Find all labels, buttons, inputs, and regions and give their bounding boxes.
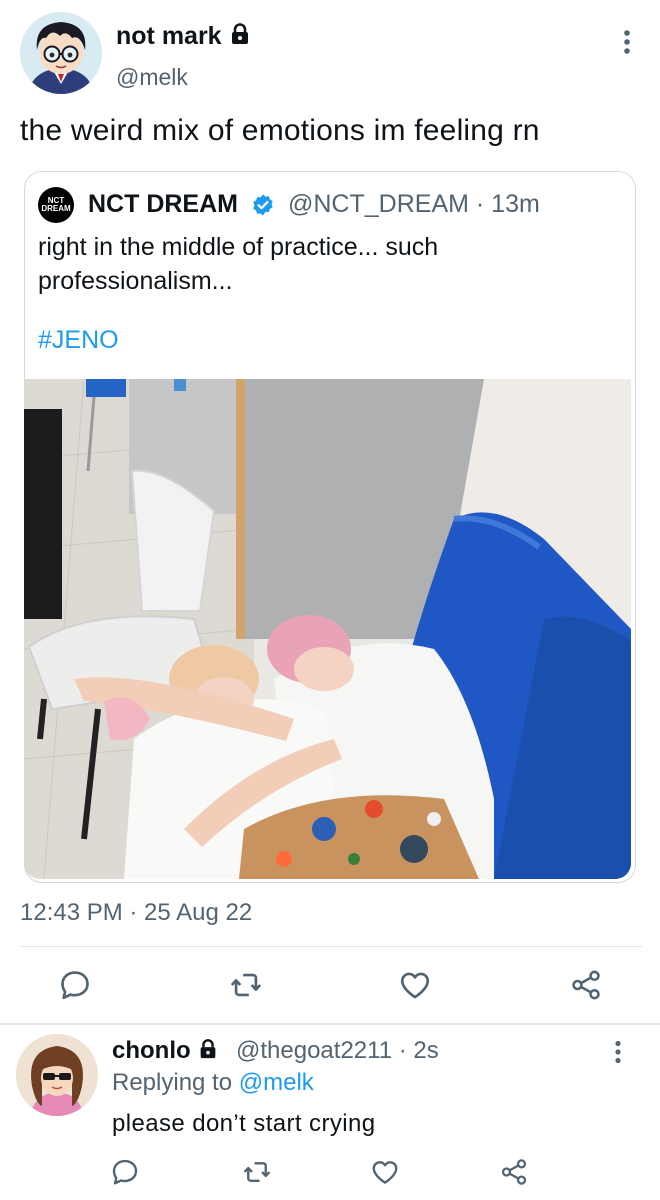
thread-divider [0, 1023, 660, 1025]
more-vertical-icon [615, 1040, 621, 1064]
author-display-name[interactable]: not mark [116, 22, 252, 53]
author-avatar[interactable] [20, 12, 102, 94]
lock-icon [228, 22, 252, 53]
like-button[interactable] [398, 968, 432, 1002]
lock-icon [197, 1038, 219, 1067]
reply-share-button[interactable] [499, 1157, 529, 1187]
mention-link[interactable]: @melk [239, 1069, 314, 1096]
reply-like-button[interactable] [370, 1157, 400, 1187]
reply-button[interactable] [58, 968, 92, 1002]
reply-reply-button[interactable] [110, 1157, 140, 1187]
retweet-icon [230, 973, 262, 997]
divider [20, 946, 642, 947]
reply-author-name[interactable]: chonlo [112, 1037, 219, 1067]
tweet-timestamp[interactable]: 12:43 PM · 25 Aug 22 [20, 899, 252, 927]
more-vertical-icon [624, 30, 630, 54]
replying-to: Replying to @melk [112, 1069, 314, 1096]
two-people-napping-on-blue-bench [24, 379, 631, 879]
quoted-author-name: NCT DREAM [88, 190, 238, 218]
reply-handle-time: @thegoat2211 · 2s [236, 1037, 439, 1064]
reply-more-options-button[interactable] [606, 1039, 630, 1065]
reply-text: please don’t start crying [112, 1110, 376, 1137]
hashtag-link[interactable]: #JENO [38, 326, 119, 355]
retweet-button[interactable] [229, 968, 263, 1002]
share-icon [501, 1159, 527, 1185]
like-icon [372, 1161, 398, 1184]
verified-badge-icon [251, 193, 275, 217]
anime-boy-glasses-avatar [20, 12, 102, 94]
share-icon [572, 970, 600, 1000]
more-options-button[interactable] [614, 28, 640, 56]
tweet-text: the weird mix of emotions im feeling rn [20, 114, 540, 147]
reply-icon [61, 971, 89, 1000]
quoted-author-avatar: NCT DREAM [38, 187, 74, 223]
reply-icon [112, 1159, 138, 1185]
cartoon-girl-sunglasses-avatar [16, 1034, 98, 1116]
quoted-tweet-text: right in the middle of practice... such … [38, 233, 439, 295]
reply-author-avatar[interactable] [16, 1034, 98, 1116]
reply-retweet-button[interactable] [242, 1157, 272, 1187]
retweet-icon [243, 1162, 271, 1182]
like-icon [400, 972, 430, 999]
quoted-handle-time: @NCT_DREAM · 13m [288, 190, 540, 218]
share-button[interactable] [569, 968, 603, 1002]
quoted-tweet-photo[interactable] [24, 379, 631, 879]
author-handle[interactable]: @melk [116, 64, 188, 91]
